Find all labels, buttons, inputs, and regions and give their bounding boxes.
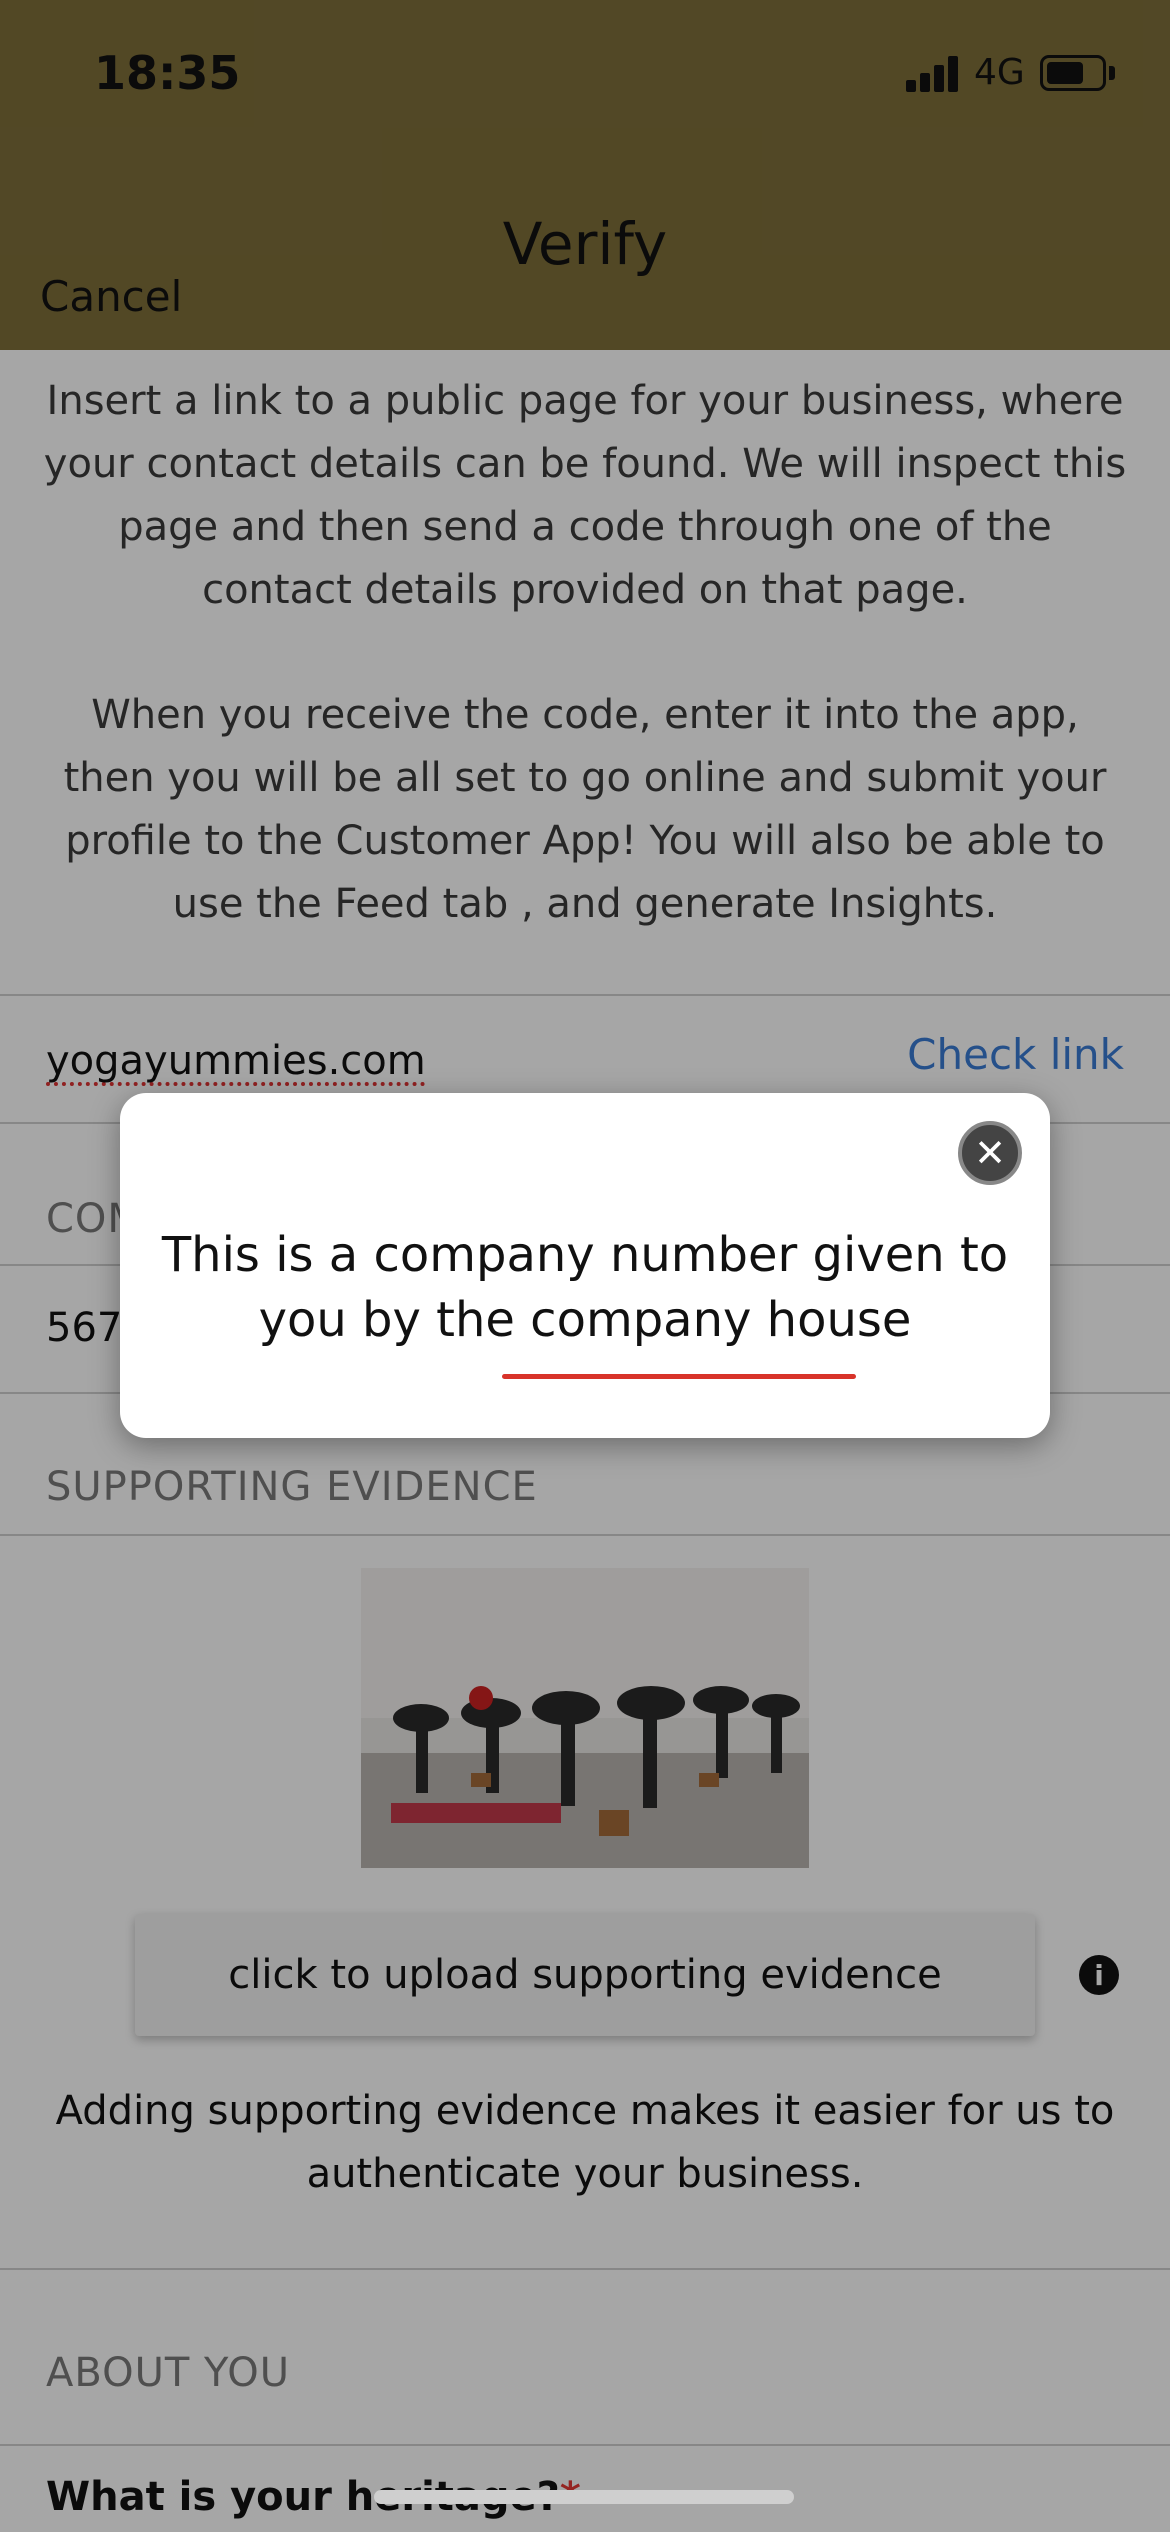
info-modal: ✕ This is a company number given to you …	[120, 1093, 1050, 1438]
modal-underline	[502, 1374, 856, 1379]
close-icon[interactable]: ✕	[958, 1121, 1022, 1185]
modal-text: This is a company number given to you by…	[161, 1227, 1009, 1348]
home-indicator[interactable]	[374, 2490, 794, 2504]
